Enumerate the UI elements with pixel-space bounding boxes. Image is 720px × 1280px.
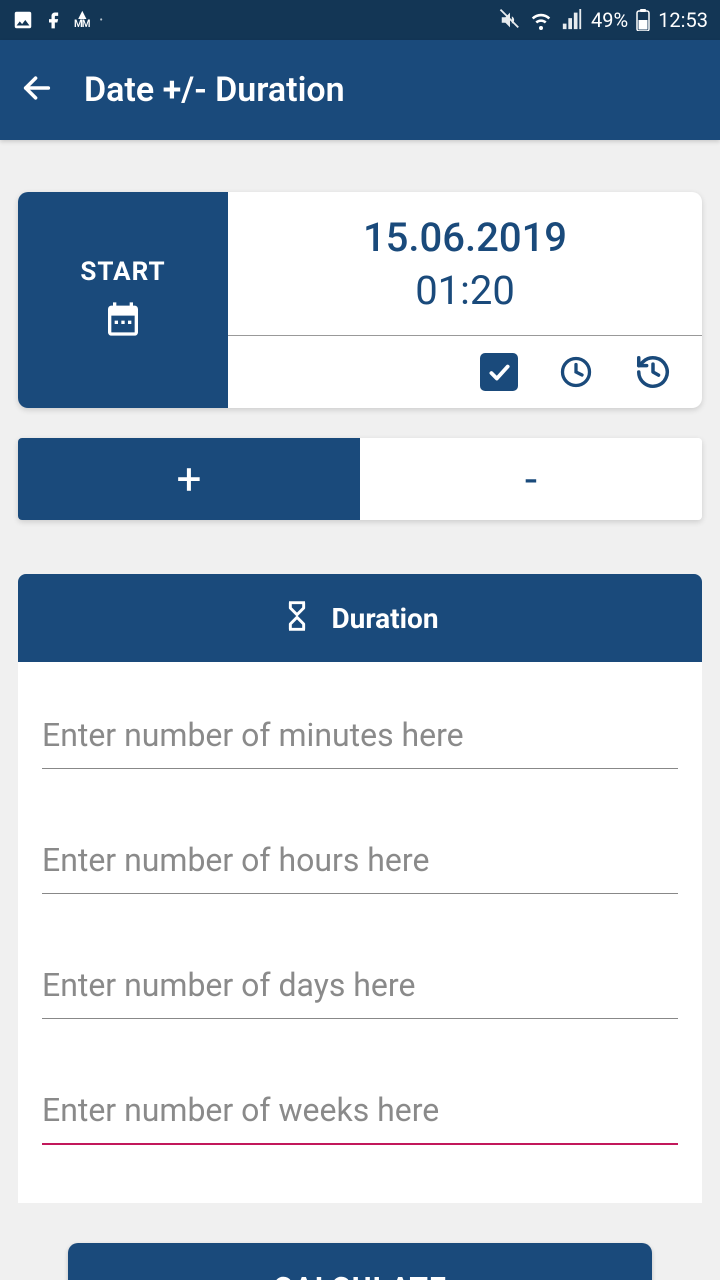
start-label: START	[80, 257, 165, 287]
start-panel[interactable]: START	[18, 192, 228, 408]
weeks-input[interactable]	[42, 1067, 678, 1145]
duration-title: Duration	[331, 602, 438, 635]
battery-percent: 49%	[591, 8, 628, 32]
history-icon[interactable]	[634, 353, 672, 391]
app-bar: Date +/- Duration	[0, 40, 720, 140]
minus-button[interactable]: -	[360, 438, 702, 520]
hourglass-icon	[281, 600, 313, 636]
page-title: Date +/- Duration	[84, 70, 345, 110]
checkbox-checked-icon[interactable]	[480, 353, 518, 391]
plus-minus-toggle: + -	[18, 438, 702, 520]
plus-button[interactable]: +	[18, 438, 360, 520]
minus-label: -	[525, 453, 537, 505]
dot-icon: •	[100, 15, 103, 26]
start-datetime-area[interactable]: 15.06.2019 01:20	[228, 192, 702, 336]
calendar-icon	[103, 299, 143, 343]
battery-icon	[636, 9, 650, 31]
start-date-value: 15.06.2019	[363, 214, 567, 261]
calculate-button[interactable]: CALCULATE	[68, 1243, 652, 1280]
wifi-icon	[529, 8, 553, 32]
days-input[interactable]	[42, 942, 678, 1019]
plus-label: +	[177, 453, 202, 505]
facebook-icon	[44, 10, 64, 30]
mute-icon	[499, 9, 521, 31]
duration-inputs	[18, 662, 702, 1203]
status-bar: ▲MM • 49% 12:53	[0, 0, 720, 40]
start-time-value: 01:20	[415, 267, 515, 314]
duration-header: Duration	[18, 574, 702, 662]
clock-time: 12:53	[658, 8, 708, 32]
calculate-label: CALCULATE	[273, 1271, 447, 1280]
mm-icon: ▲MM	[74, 10, 90, 30]
image-icon	[12, 9, 34, 31]
clock-icon[interactable]	[558, 354, 594, 390]
minutes-input[interactable]	[42, 692, 678, 769]
back-arrow-icon[interactable]	[20, 71, 54, 109]
hours-input[interactable]	[42, 817, 678, 894]
signal-icon	[561, 9, 583, 31]
start-card: START 15.06.2019 01:20	[18, 192, 702, 408]
